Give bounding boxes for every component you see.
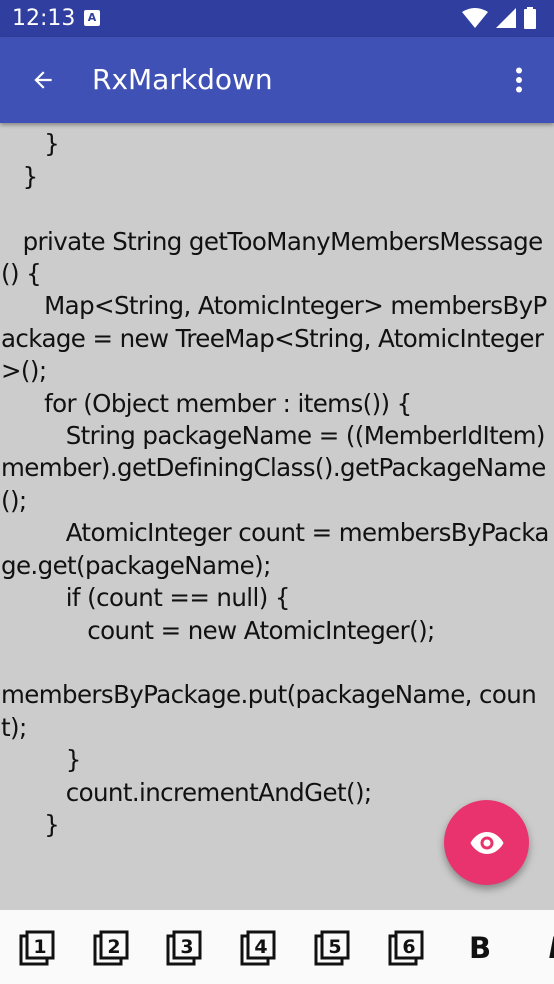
markdown-editor[interactable]: fix = ; } } private String getTooManyMem… (0, 123, 554, 910)
editor-text[interactable]: fix = ; } } private String getTooManyMem… (1, 123, 554, 841)
bold-button[interactable]: B (461, 929, 499, 967)
svg-text:3: 3 (180, 936, 193, 958)
svg-text:4: 4 (254, 936, 267, 958)
back-button[interactable] (22, 59, 64, 101)
arrow-back-icon (34, 71, 52, 89)
overflow-menu-button[interactable] (498, 59, 540, 101)
italic-button[interactable]: I (535, 929, 554, 967)
h5-icon: 5 (314, 930, 350, 966)
h5-button[interactable]: 5 (313, 929, 351, 967)
h1-button[interactable]: 1 (18, 929, 56, 967)
svg-text:6: 6 (402, 936, 415, 958)
app-bar: RxMarkdown (0, 37, 554, 123)
battery-icon (524, 7, 536, 29)
status-bar: 12:13 A (0, 0, 554, 37)
eye-icon (470, 831, 503, 854)
app-title: RxMarkdown (92, 63, 273, 96)
signal-icon (496, 8, 516, 28)
h2-button[interactable]: 2 (92, 929, 130, 967)
format-toolbar: 1 2 3 4 5 6 B (0, 910, 554, 984)
h2-icon: 2 (93, 930, 129, 966)
svg-text:2: 2 (107, 936, 120, 958)
h1-icon: 1 (19, 930, 55, 966)
h3-button[interactable]: 3 (165, 929, 203, 967)
status-icons (462, 7, 536, 29)
preview-fab[interactable] (444, 800, 529, 885)
a-box-icon: A (84, 10, 100, 26)
h6-button[interactable]: 6 (387, 929, 425, 967)
svg-text:5: 5 (328, 936, 341, 958)
h4-button[interactable]: 4 (239, 929, 277, 967)
h6-icon: 6 (388, 930, 424, 966)
wifi-icon (462, 8, 488, 28)
svg-text:1: 1 (33, 936, 46, 958)
more-vert-icon (516, 67, 522, 93)
status-time: 12:13 (12, 6, 76, 31)
h3-icon: 3 (166, 930, 202, 966)
h4-icon: 4 (240, 930, 276, 966)
